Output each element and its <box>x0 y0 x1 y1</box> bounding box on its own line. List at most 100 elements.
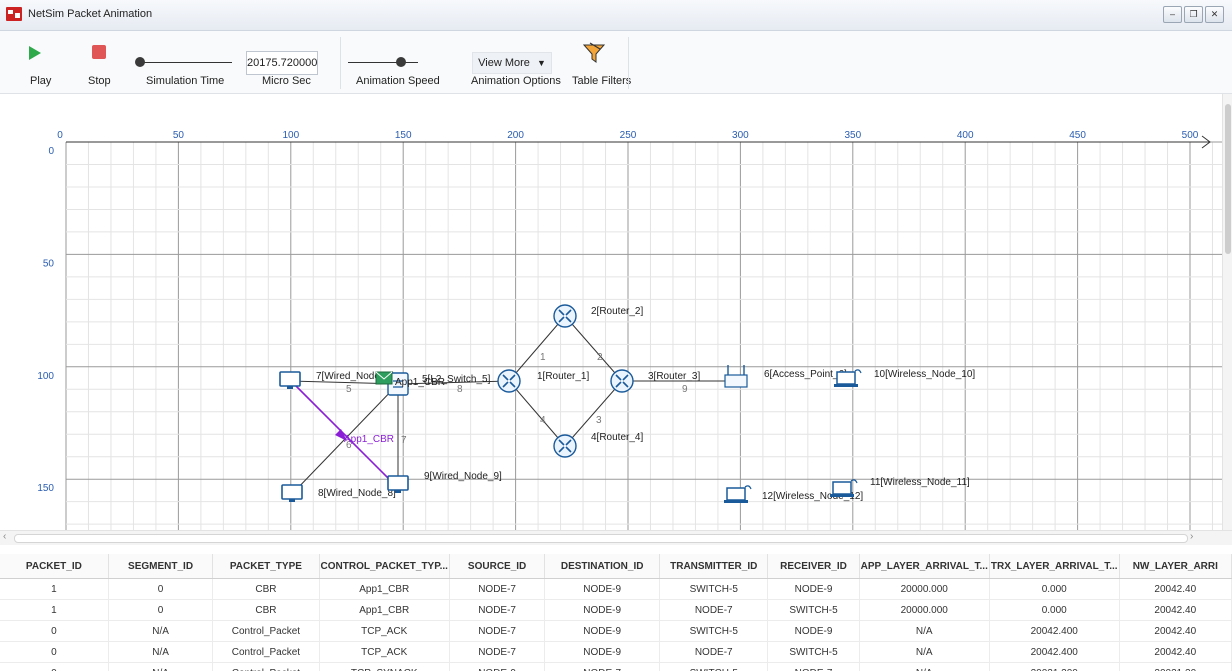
column-header[interactable]: APP_LAYER_ARRIVAL_T... <box>859 554 990 579</box>
play-label: Play <box>30 75 52 87</box>
animation-canvas[interactable]: 0 50 100 150 200 250 300 350 400 450 500 0 50 100 150 1… <box>0 94 1222 530</box>
wired-node-7-icon[interactable] <box>279 371 301 389</box>
router-3-label: 3[Router_3] <box>648 371 700 382</box>
x-tick-label: 350 <box>844 130 861 141</box>
simulation-time-label: Simulation Time <box>146 75 225 87</box>
table-cell: N/A <box>108 662 214 671</box>
minimize-button[interactable]: – <box>1163 6 1182 23</box>
network-grid: 0 50 100 150 200 250 300 350 400 450 500 0 50 100 150 1… <box>37 130 1222 530</box>
packet-trace-table: PACKET_ID SEGMENT_ID PACKET_TYPE CONTROL_PA… <box>0 554 1232 671</box>
link-label: 7 <box>401 435 407 446</box>
wireless-node-10-label: 10[Wireless_Node_10] <box>874 369 975 380</box>
access-point-6-icon[interactable] <box>724 365 748 388</box>
packet-flow-label: App1_CBR <box>344 434 394 445</box>
table-cell: CBR <box>212 599 320 621</box>
horizontal-scrollbar[interactable]: ‹ › <box>0 530 1232 545</box>
time-unit-label: Micro Sec <box>262 75 311 87</box>
column-header[interactable]: DESTINATION_ID <box>544 554 661 579</box>
window-title: NetSim Packet Animation <box>28 8 153 20</box>
router-2-label: 2[Router_2] <box>591 306 643 317</box>
view-more-dropdown[interactable]: View More ▼ <box>472 52 552 74</box>
x-tick-label: 500 <box>1182 130 1199 141</box>
x-tick-label: 100 <box>282 130 299 141</box>
vertical-scrollbar-thumb[interactable] <box>1225 104 1231 254</box>
simulation-time-field[interactable]: 20175.720000 <box>246 51 318 75</box>
play-button[interactable]: Play <box>14 31 54 93</box>
link-label: 2 <box>597 352 603 363</box>
table-filters-label: Table Filters <box>572 75 632 87</box>
table-cell: 20042.40 <box>1119 620 1232 642</box>
table-filters-button[interactable]: Table Filters <box>570 31 631 93</box>
wireless-node-10-icon[interactable] <box>834 369 862 387</box>
column-header[interactable]: PACKET_TYPE <box>212 554 320 579</box>
router-4-label: 4[Router_4] <box>591 432 643 443</box>
table-cell: NODE-7 <box>449 620 546 642</box>
x-tick-label: 150 <box>395 130 412 141</box>
table-row[interactable]: 0N/AControl_PacketTCP_SYNACKNODE-9NODE-7… <box>0 662 1232 671</box>
x-tick-label: 200 <box>507 130 524 141</box>
wired-node-8-icon[interactable] <box>281 484 303 502</box>
table-row[interactable]: 0 N/A Control_Packet TCP_ACK NODE-7 NODE-9 SWI… <box>0 620 1232 642</box>
column-header[interactable]: TRX_LAYER_ARRIVAL_T... <box>989 554 1120 579</box>
table-cell: N/A <box>108 620 214 642</box>
router-4-icon[interactable] <box>553 434 577 458</box>
wireless-node-11-label: 11[Wireless_Node_11] <box>870 477 970 488</box>
scroll-left-icon[interactable]: ‹ <box>3 531 6 542</box>
wired-node-9-icon[interactable] <box>387 475 409 493</box>
simulation-time-slider[interactable] <box>140 62 232 63</box>
table-cell: TCP_ACK <box>319 641 450 663</box>
simulation-time-slider-knob[interactable] <box>135 57 145 67</box>
column-header[interactable]: NW_LAYER_ARRI <box>1119 554 1232 579</box>
table-cell: 0 <box>0 620 109 642</box>
table-cell: NODE-9 <box>544 578 661 600</box>
horizontal-scrollbar-thumb[interactable] <box>14 534 1188 543</box>
stop-button[interactable]: Stop <box>78 31 118 93</box>
table-cell: 0 <box>0 641 109 663</box>
wireless-node-12-icon[interactable] <box>724 485 752 503</box>
access-point-6-label: 6[Access_Point_6] <box>764 369 847 380</box>
table-cell: SWITCH-5 <box>659 578 769 600</box>
table-cell: SWITCH-5 <box>659 620 769 642</box>
x-tick-label: 0 <box>57 130 63 141</box>
animation-speed-slider-knob[interactable] <box>395 57 406 67</box>
table-row[interactable]: 0 N/A Control_Packet TCP_ACK NODE-7 NODE-9 NOD… <box>0 641 1232 663</box>
animation-speed-label: Animation Speed <box>356 75 440 87</box>
router-1-icon[interactable] <box>497 369 521 393</box>
table-row[interactable]: 1 0 CBR App1_CBR NODE-7 NODE-9 SWITCH-5 NODE-9 2… <box>0 578 1232 600</box>
column-header[interactable]: TRANSMITTER_ID <box>659 554 769 579</box>
column-header[interactable]: SEGMENT_ID <box>108 554 214 579</box>
column-header[interactable]: RECEIVER_ID <box>767 554 860 579</box>
wired-node-8-label: 8[Wired_Node_8] <box>318 488 396 499</box>
table-cell: N/A <box>108 641 214 663</box>
table-cell: N/A <box>859 620 990 642</box>
packet-label: App1_CBR <box>395 377 445 388</box>
column-header[interactable]: SOURCE_ID <box>449 554 546 579</box>
filter-funnel-icon <box>582 42 606 63</box>
toolbar-divider <box>340 37 341 89</box>
column-header[interactable]: CONTROL_PACKET_TYP... <box>319 554 450 579</box>
router-3-icon[interactable] <box>610 369 634 393</box>
table-cell: SWITCH-5 <box>767 641 860 663</box>
table-cell: 20042.40 <box>1119 641 1232 663</box>
table-cell: Control_Packet <box>212 662 320 671</box>
vertical-scrollbar[interactable] <box>1222 94 1232 530</box>
table-cell: NODE-9 <box>767 578 860 600</box>
table-cell: NODE-9 <box>767 620 860 642</box>
close-button[interactable]: ✕ <box>1205 6 1224 23</box>
column-header[interactable]: PACKET_ID <box>0 554 109 579</box>
table-cell: 1 <box>0 578 109 600</box>
restore-button[interactable]: ❐ <box>1184 6 1203 23</box>
x-tick-label: 400 <box>957 130 974 141</box>
table-cell: 0.000 <box>989 599 1120 621</box>
toolbar: Play Stop Simulation Time 20175.720000 M… <box>0 31 1232 94</box>
table-cell: 1 <box>0 599 109 621</box>
table-row[interactable]: 1 0 CBR App1_CBR NODE-7 NODE-9 NODE-7 SWITCH-5 2… <box>0 599 1232 621</box>
table-cell: NODE-7 <box>544 662 661 671</box>
table-cell: NODE-9 <box>544 620 661 642</box>
y-tick-label: 50 <box>43 258 55 269</box>
router-2-icon[interactable] <box>553 304 577 328</box>
animation-speed-slider[interactable] <box>348 62 418 63</box>
table-cell: N/A <box>859 662 990 671</box>
scroll-right-icon[interactable]: › <box>1190 531 1193 542</box>
table-cell: Control_Packet <box>212 620 320 642</box>
